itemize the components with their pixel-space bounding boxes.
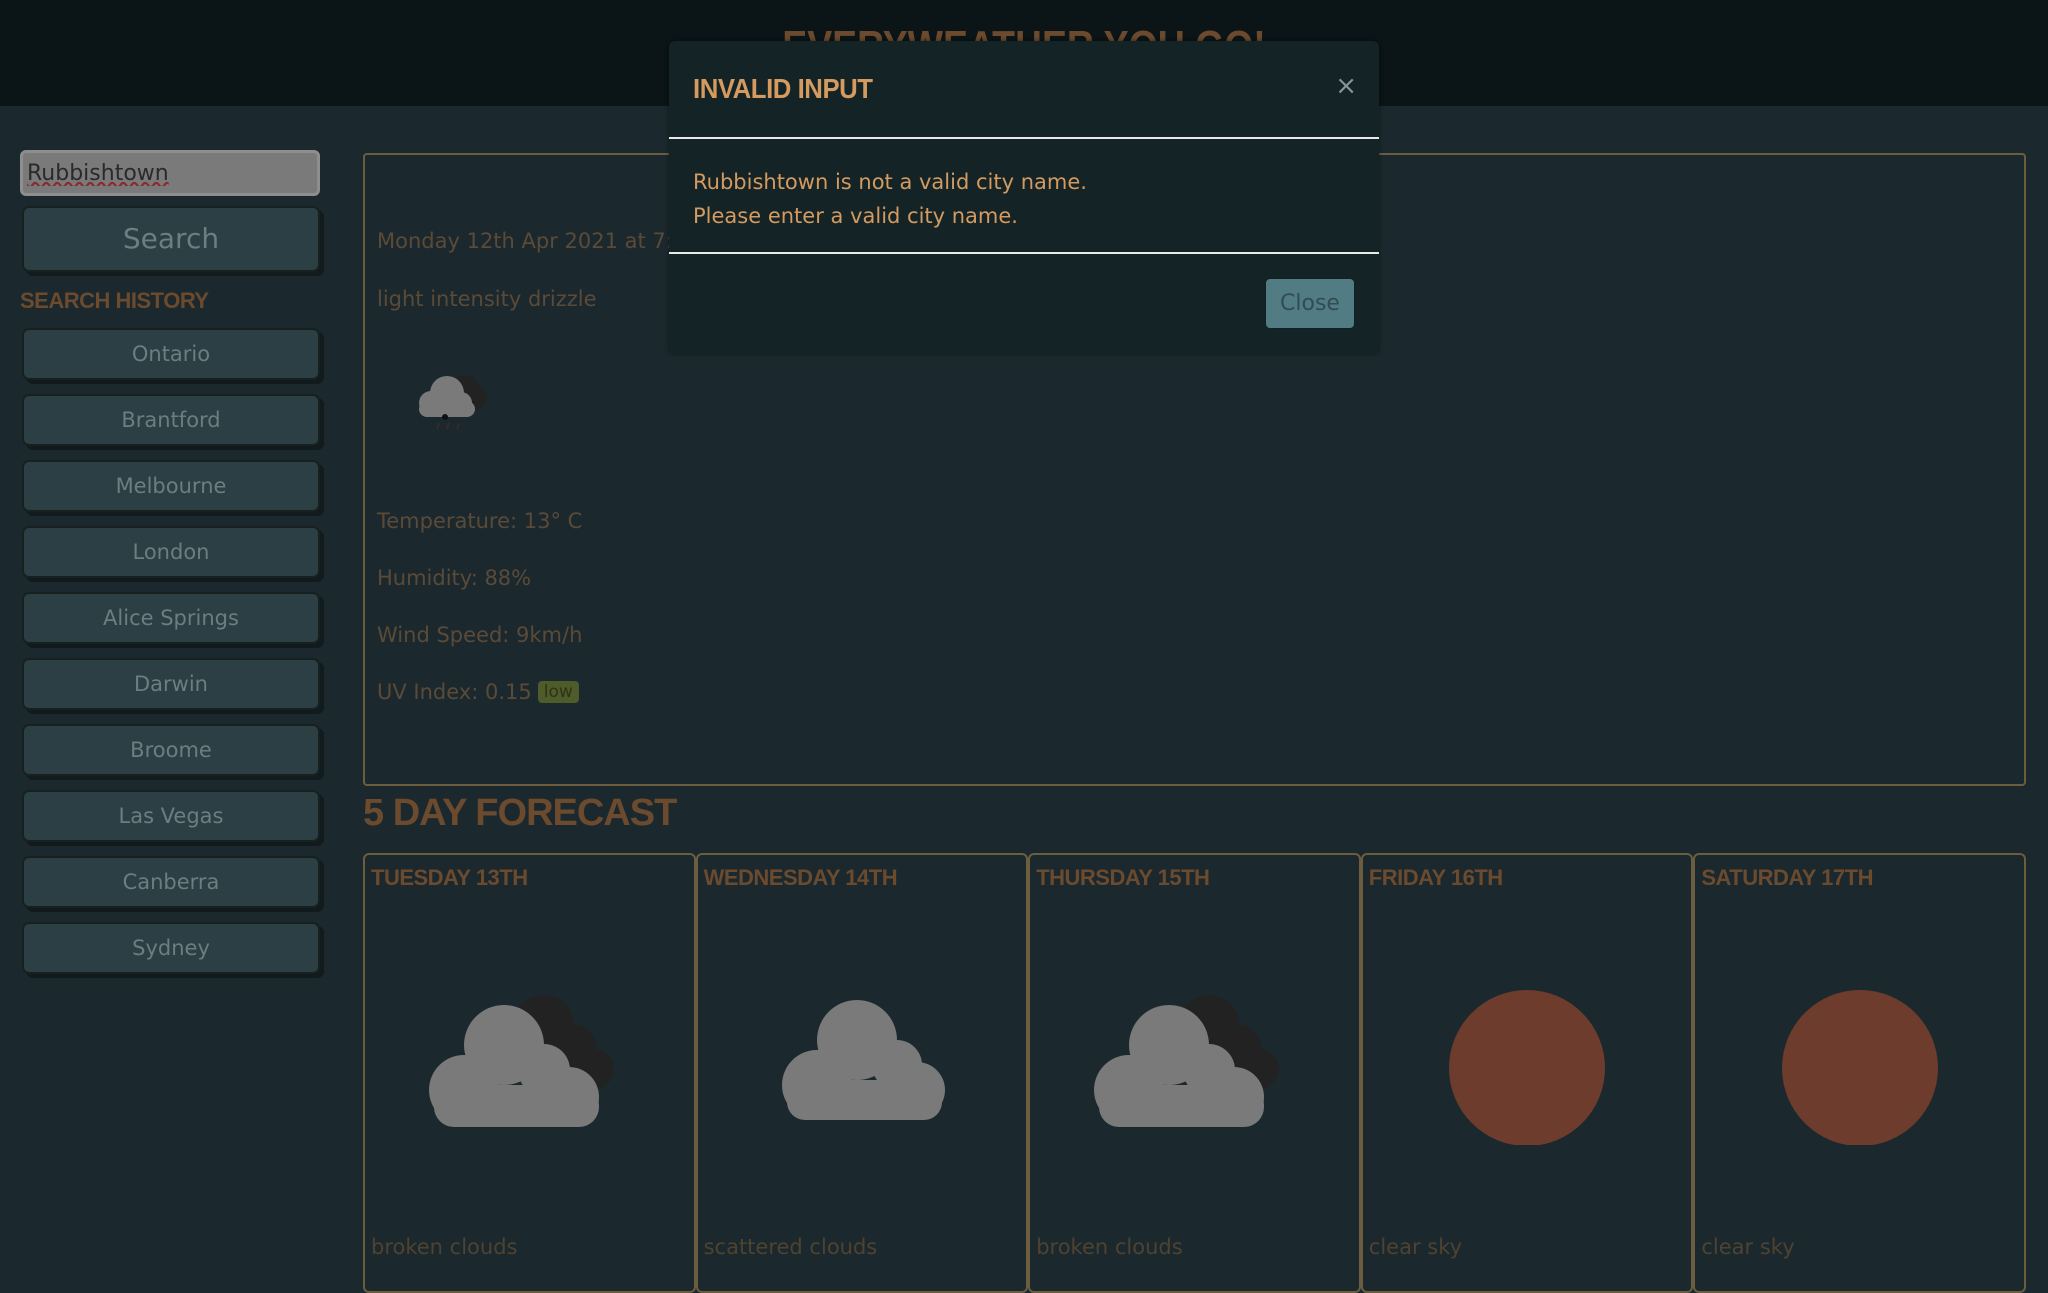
close-button[interactable]: Close	[1265, 278, 1355, 329]
dialog-title: INVALID INPUT	[693, 73, 873, 104]
invalid-input-dialog: INVALID INPUT × Rubbishtown is not a val…	[669, 41, 1379, 354]
dialog-message: Rubbishtown is not a valid city name. Pl…	[693, 165, 1087, 233]
dialog-divider	[669, 137, 1379, 139]
dialog-divider	[669, 252, 1379, 254]
dialog-message-line: Please enter a valid city name.	[693, 204, 1018, 228]
close-icon[interactable]: ×	[1335, 71, 1357, 101]
dialog-message-line: Rubbishtown is not a valid city name.	[693, 170, 1087, 194]
